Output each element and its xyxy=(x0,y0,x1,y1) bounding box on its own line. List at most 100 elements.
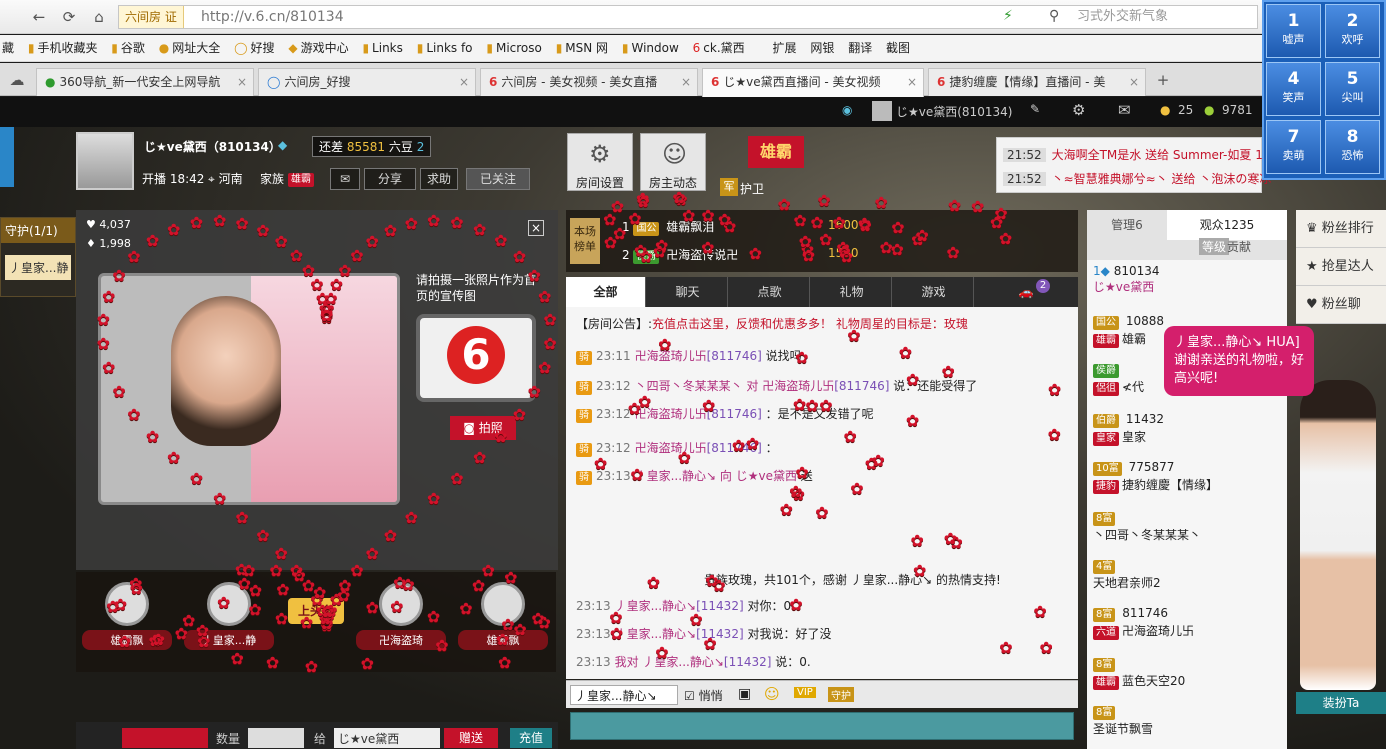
key-boo[interactable]: 1 嘘声 xyxy=(1266,4,1321,58)
edit-icon[interactable]: ✎ xyxy=(1030,102,1040,116)
close-icon[interactable]: × xyxy=(237,69,247,95)
bookmark-item[interactable]: ◆ 游戏中心 xyxy=(288,35,348,61)
tab-360[interactable]: ● 360导航_新一代安全上网导航 × xyxy=(36,68,254,96)
car-icon[interactable]: 🚗 xyxy=(986,277,1066,307)
live-video[interactable] xyxy=(98,273,400,505)
cloud-icon[interactable]: ☁ xyxy=(6,69,28,91)
back-icon[interactable]: ← xyxy=(28,6,50,28)
sort-contribution[interactable]: 贡献 xyxy=(1227,238,1251,255)
headline-sign[interactable]: 上头条 xyxy=(288,598,344,624)
member-row[interactable]: 8富 圣诞节飘雪 xyxy=(1093,704,1153,737)
bookmark-item[interactable]: ◯ 好搜 xyxy=(234,35,274,61)
tool-extend[interactable]: 扩展 xyxy=(773,35,797,61)
member-row[interactable]: 1◆ 810134 じ★ve黛西 xyxy=(1093,264,1160,295)
followed-button[interactable]: 已关注 xyxy=(466,168,530,190)
host-news-button[interactable]: ☺ 房主动态 xyxy=(640,133,706,191)
bookmark-item[interactable]: ▮ Links xyxy=(362,35,402,61)
home-icon[interactable]: ⌂ xyxy=(88,6,110,28)
close-icon[interactable]: × xyxy=(459,69,469,95)
member-row[interactable]: 侯爵 侶徂 ≮代 xyxy=(1093,362,1144,396)
rank-member[interactable]: 卍海盗琦 xyxy=(356,582,446,650)
tab-admins[interactable]: 管理6 xyxy=(1087,210,1167,240)
anchor-avatar[interactable] xyxy=(76,132,134,190)
qty-input[interactable] xyxy=(248,728,304,748)
address-bar[interactable]: 六间房 证 http://v.6.cn/810134 ⚡ ⚲ 习式外交新气象 xyxy=(118,5,1258,29)
bookmark-lead[interactable]: 藏 xyxy=(2,35,14,61)
member-row[interactable]: 10富 775877 捷豹 捷豹缠慶【情缘】 xyxy=(1093,460,1218,494)
member-row[interactable]: 国公 10888 雄霸 雄霸 xyxy=(1093,314,1164,348)
tab-songs[interactable]: 点歌 xyxy=(730,277,810,307)
key-cute[interactable]: 7 卖萌 xyxy=(1266,120,1321,174)
new-tab-icon[interactable]: + xyxy=(1152,69,1174,91)
tool-bank[interactable]: 网银 xyxy=(810,35,834,61)
leaderboard-label[interactable]: 本场榜单 xyxy=(570,218,600,264)
family-tag[interactable]: 雄霸 xyxy=(288,171,317,187)
tool-translate[interactable]: 翻译 xyxy=(848,35,872,61)
tab-games[interactable]: 游戏 xyxy=(894,277,974,307)
bookmark-item[interactable]: ▮ 谷歌 xyxy=(111,35,145,61)
bookmark-item[interactable]: ● 网址大全 xyxy=(159,35,221,61)
shield-icon[interactable]: ◉ xyxy=(842,103,852,117)
rank-member[interactable]: 丿皇家...静 xyxy=(184,582,274,650)
fan-ranking-button[interactable]: ♛ 粉丝排行 xyxy=(1296,210,1386,248)
tab-haosou[interactable]: ◯ 六间房_好搜 × xyxy=(258,68,476,96)
url-text[interactable]: http://v.6.cn/810134 xyxy=(201,6,344,28)
star-grab-button[interactable]: ★ 抢星达人 xyxy=(1296,248,1386,286)
side-tab[interactable] xyxy=(0,127,14,187)
chat-input[interactable] xyxy=(570,712,1074,740)
rank-member[interactable]: 雄霸飘 xyxy=(82,582,172,650)
close-icon[interactable]: × xyxy=(681,69,691,95)
leaderboard-row[interactable]: 2 侯爵 卍海盗传说卍 1500 xyxy=(622,246,859,264)
member-row[interactable]: 8富 811746 六道 卍海盗琦儿卐 xyxy=(1093,606,1194,640)
send-gift-button[interactable]: 赠送 xyxy=(444,728,498,748)
tab-6cn[interactable]: 6 六间房 - 美女视频 - 美女直播 × xyxy=(480,68,698,96)
key-cheer[interactable]: 2 欢呼 xyxy=(1325,4,1380,58)
dress-up-button[interactable]: 装扮Ta xyxy=(1296,692,1386,714)
fan-chat-button[interactable]: ♥ 粉丝聊 xyxy=(1296,286,1386,324)
close-icon[interactable]: × xyxy=(528,220,544,236)
key-laugh[interactable]: 4 笑声 xyxy=(1266,62,1321,116)
gear-icon[interactable]: ⚙ xyxy=(1072,101,1085,119)
lightning-icon[interactable]: ⚡ xyxy=(1003,8,1013,24)
member-row[interactable]: 8富 丶四哥丶冬某某某丶 xyxy=(1093,510,1201,543)
bookmark-item[interactable]: ▮ 手机收藏夹 xyxy=(28,35,98,61)
mail-icon[interactable]: ✉ xyxy=(330,168,360,190)
vip-button[interactable]: VIP xyxy=(794,687,816,698)
tool-screenshot[interactable]: 截图 xyxy=(886,35,910,61)
help-button[interactable]: 求助 xyxy=(420,168,458,190)
avatar[interactable] xyxy=(872,101,892,121)
bookmark-item[interactable]: ▮ Links fo xyxy=(417,35,473,61)
tab-all[interactable]: 全部 xyxy=(566,277,646,307)
family-banner[interactable]: 雄霸 xyxy=(748,136,804,168)
room-settings-button[interactable]: ⚙ 房间设置 xyxy=(567,133,633,191)
gift-select[interactable] xyxy=(122,728,208,748)
emoji-icon[interactable]: ☺ xyxy=(764,685,780,703)
avatar-figure[interactable] xyxy=(1300,380,1376,690)
key-scream[interactable]: 5 尖叫 xyxy=(1325,62,1380,116)
recharge-button[interactable]: 充值 xyxy=(510,728,552,748)
bookmark-item[interactable]: ▮ Microso xyxy=(486,35,542,61)
key-horror[interactable]: 8 恐怖 xyxy=(1325,120,1380,174)
search-icon[interactable]: ⚲ xyxy=(1049,8,1059,24)
member-row[interactable]: 8富 雄霸 蓝色天空20 xyxy=(1093,656,1185,690)
bookmark-item[interactable]: ▮ MSN 网 xyxy=(556,35,608,61)
tab-gifts[interactable]: 礼物 xyxy=(812,277,892,307)
search-input[interactable]: 习式外交新气象 xyxy=(1077,6,1168,28)
recipient-select[interactable]: じ★ve黛西 xyxy=(334,728,440,748)
tab-daisy-room[interactable]: 6 じ★ve黛西直播间 - 美女视频 × xyxy=(702,68,924,97)
bookmark-item[interactable]: 6 ck.黛西 xyxy=(693,35,745,61)
close-icon[interactable]: × xyxy=(907,69,917,95)
tab-chat[interactable]: 聊天 xyxy=(648,277,728,307)
chat-target-select[interactable]: 丿皇家...静心↘ xyxy=(570,685,678,705)
share-button[interactable]: 分享 xyxy=(364,168,416,190)
guard-member[interactable]: 丿皇家...静 xyxy=(5,255,71,280)
private-checkbox[interactable]: ☑ 悄悄 xyxy=(684,687,723,704)
refresh-icon[interactable]: ⟳ xyxy=(58,6,80,28)
site-user-name[interactable]: じ★ve黛西(810134) xyxy=(896,103,1012,120)
image-icon[interactable]: ▣ xyxy=(738,686,751,702)
close-icon[interactable]: × xyxy=(1129,69,1139,95)
tab-jiebao-room[interactable]: 6 捷豹缠慶【情缘】直播间 - 美 × xyxy=(928,68,1146,96)
site-chip[interactable]: 六间房 证 xyxy=(119,6,184,28)
tab-audience[interactable]: 观众1235 xyxy=(1167,210,1287,240)
member-row[interactable]: 伯爵 11432 皇家 皇家 xyxy=(1093,412,1164,446)
